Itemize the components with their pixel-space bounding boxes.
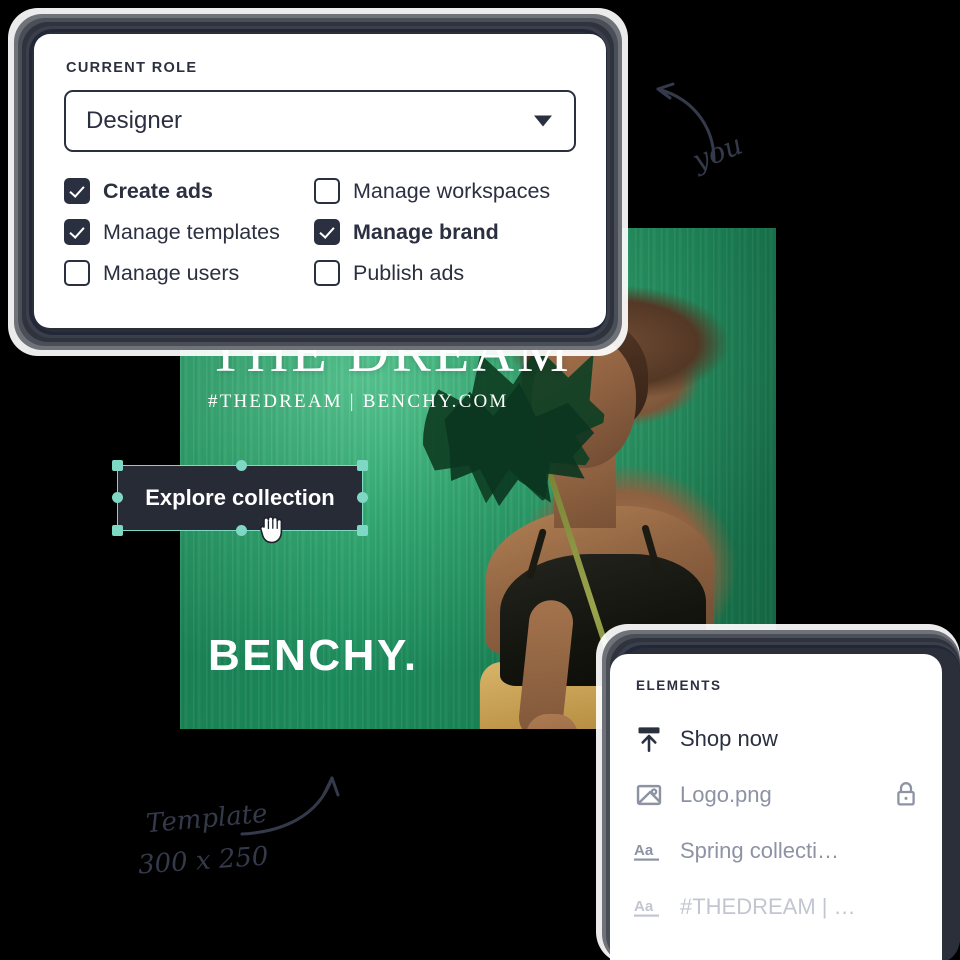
permission-label: Publish ads bbox=[353, 260, 465, 285]
checkbox-checked-icon[interactable] bbox=[64, 178, 90, 204]
elements-panel: ELEMENTS Shop now Logo.png Aa Spring collec… bbox=[610, 654, 942, 960]
checkbox-unchecked-icon[interactable] bbox=[64, 260, 90, 286]
element-list-item-label: #THEDREAM | … bbox=[680, 894, 856, 919]
permission-label: Manage brand bbox=[353, 219, 499, 244]
permission-publish-ads[interactable]: Publish ads bbox=[314, 260, 576, 286]
current-role-heading: CURRENT ROLE bbox=[66, 60, 198, 76]
explore-collection-button[interactable]: Explore collection bbox=[117, 465, 363, 531]
checkbox-unchecked-icon[interactable] bbox=[314, 178, 340, 204]
checkbox-checked-icon[interactable] bbox=[314, 219, 340, 245]
element-list-item[interactable]: Shop now bbox=[634, 711, 920, 767]
permission-label: Create ads bbox=[103, 178, 213, 203]
permission-label: Manage users bbox=[103, 260, 240, 285]
banner-subhead: #THEDREAM | BENCHY.COM bbox=[208, 391, 509, 412]
permission-manage-templates[interactable]: Manage templates bbox=[64, 219, 314, 245]
elements-heading: ELEMENTS bbox=[636, 678, 722, 693]
checkbox-unchecked-icon[interactable] bbox=[314, 260, 340, 286]
resize-handle-top-left[interactable] bbox=[111, 459, 123, 471]
role-select-value: Designer bbox=[86, 107, 183, 134]
cta-selection-group[interactable]: Explore collection bbox=[106, 454, 374, 544]
resize-handle-middle-left[interactable] bbox=[111, 492, 123, 503]
permission-manage-users[interactable]: Manage users bbox=[64, 260, 314, 286]
screenshot-stage: THE DREAM #THEDREAM | BENCHY.COM BENCHY.… bbox=[0, 0, 960, 960]
annotation-label-template-size: 300 x 250 bbox=[137, 841, 270, 881]
svg-text:Aa: Aa bbox=[634, 898, 654, 915]
element-list-item[interactable]: Aa Spring collecti… bbox=[634, 823, 920, 879]
explore-collection-label: Explore collection bbox=[145, 485, 335, 510]
permission-create-ads[interactable]: Create ads bbox=[64, 178, 314, 204]
element-list-item[interactable]: Aa #THEDREAM | … bbox=[634, 879, 920, 935]
element-list-item[interactable]: Logo.png bbox=[634, 767, 920, 823]
permission-label: Manage workspaces bbox=[353, 178, 551, 203]
checkbox-checked-icon[interactable] bbox=[64, 219, 90, 245]
elements-list: Shop now Logo.png Aa Spring collecti… Aa #THE… bbox=[634, 711, 920, 935]
resize-handle-bottom-left[interactable] bbox=[111, 525, 123, 536]
element-list-item-label: Logo.png bbox=[680, 782, 772, 807]
element-list-item-label: Shop now bbox=[680, 726, 778, 751]
chevron-down-icon bbox=[534, 115, 552, 127]
image-element-icon bbox=[634, 780, 664, 810]
element-list-item-label: Spring collecti… bbox=[680, 838, 839, 863]
banner-brand-logo: BENCHY. bbox=[208, 631, 419, 680]
resize-handle-bottom-center[interactable] bbox=[236, 525, 247, 536]
role-select[interactable]: Designer bbox=[64, 90, 576, 152]
current-role-panel: CURRENT ROLE Designer Create ads Manage w… bbox=[34, 34, 606, 328]
resize-handle-top-center[interactable] bbox=[236, 459, 247, 471]
svg-text:Aa: Aa bbox=[634, 842, 654, 859]
lock-icon[interactable] bbox=[894, 780, 920, 810]
text-element-icon: Aa bbox=[634, 892, 664, 922]
permission-label: Manage templates bbox=[103, 219, 280, 244]
resize-handle-middle-right[interactable] bbox=[357, 492, 368, 503]
button-element-icon bbox=[634, 724, 664, 754]
resize-handle-bottom-right[interactable] bbox=[357, 525, 368, 536]
permission-manage-workspaces[interactable]: Manage workspaces bbox=[314, 178, 576, 204]
text-element-icon: Aa bbox=[634, 836, 664, 866]
resize-handle-top-right[interactable] bbox=[357, 459, 368, 471]
permissions-grid: Create ads Manage workspaces Manage templa… bbox=[64, 178, 576, 286]
permission-manage-brand[interactable]: Manage brand bbox=[314, 219, 576, 245]
